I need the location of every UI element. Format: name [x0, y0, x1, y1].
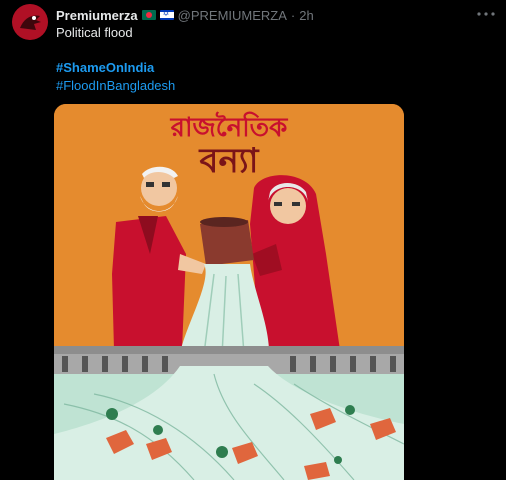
tweet-header: Premiumerza @PREMIUMERZA · 2h	[56, 6, 314, 24]
hashtag-link-floodinbangladesh[interactable]: #FloodInBangladesh	[56, 78, 175, 93]
separator-dot: ·	[290, 7, 296, 23]
tweet-text: Political flood	[56, 25, 133, 40]
timestamp[interactable]: 2h	[299, 8, 313, 23]
hashtag-link-shameonindia[interactable]: #ShameOnIndia	[56, 60, 154, 75]
cartoon-title-line1: রাজনৈতিক	[170, 111, 288, 143]
avatar-image	[12, 4, 48, 40]
more-options-icon[interactable]	[476, 4, 496, 24]
tweet-article[interactable]: Premiumerza @PREMIUMERZA · 2h Political …	[0, 0, 506, 480]
avatar[interactable]	[12, 4, 48, 40]
cartoon-illustration: রাজনৈতিক বন্যা	[54, 104, 404, 480]
bucket	[200, 217, 254, 266]
bangladesh-flag-icon	[141, 10, 156, 20]
israel-flag-icon	[159, 9, 174, 20]
tweet-media-image[interactable]: রাজনৈতিক বন্যা	[54, 104, 404, 480]
display-name[interactable]: Premiumerza	[56, 8, 138, 23]
cartoon-title-line2: বন্যা	[199, 141, 260, 181]
user-handle[interactable]: @PREMIUMERZA	[178, 8, 287, 23]
